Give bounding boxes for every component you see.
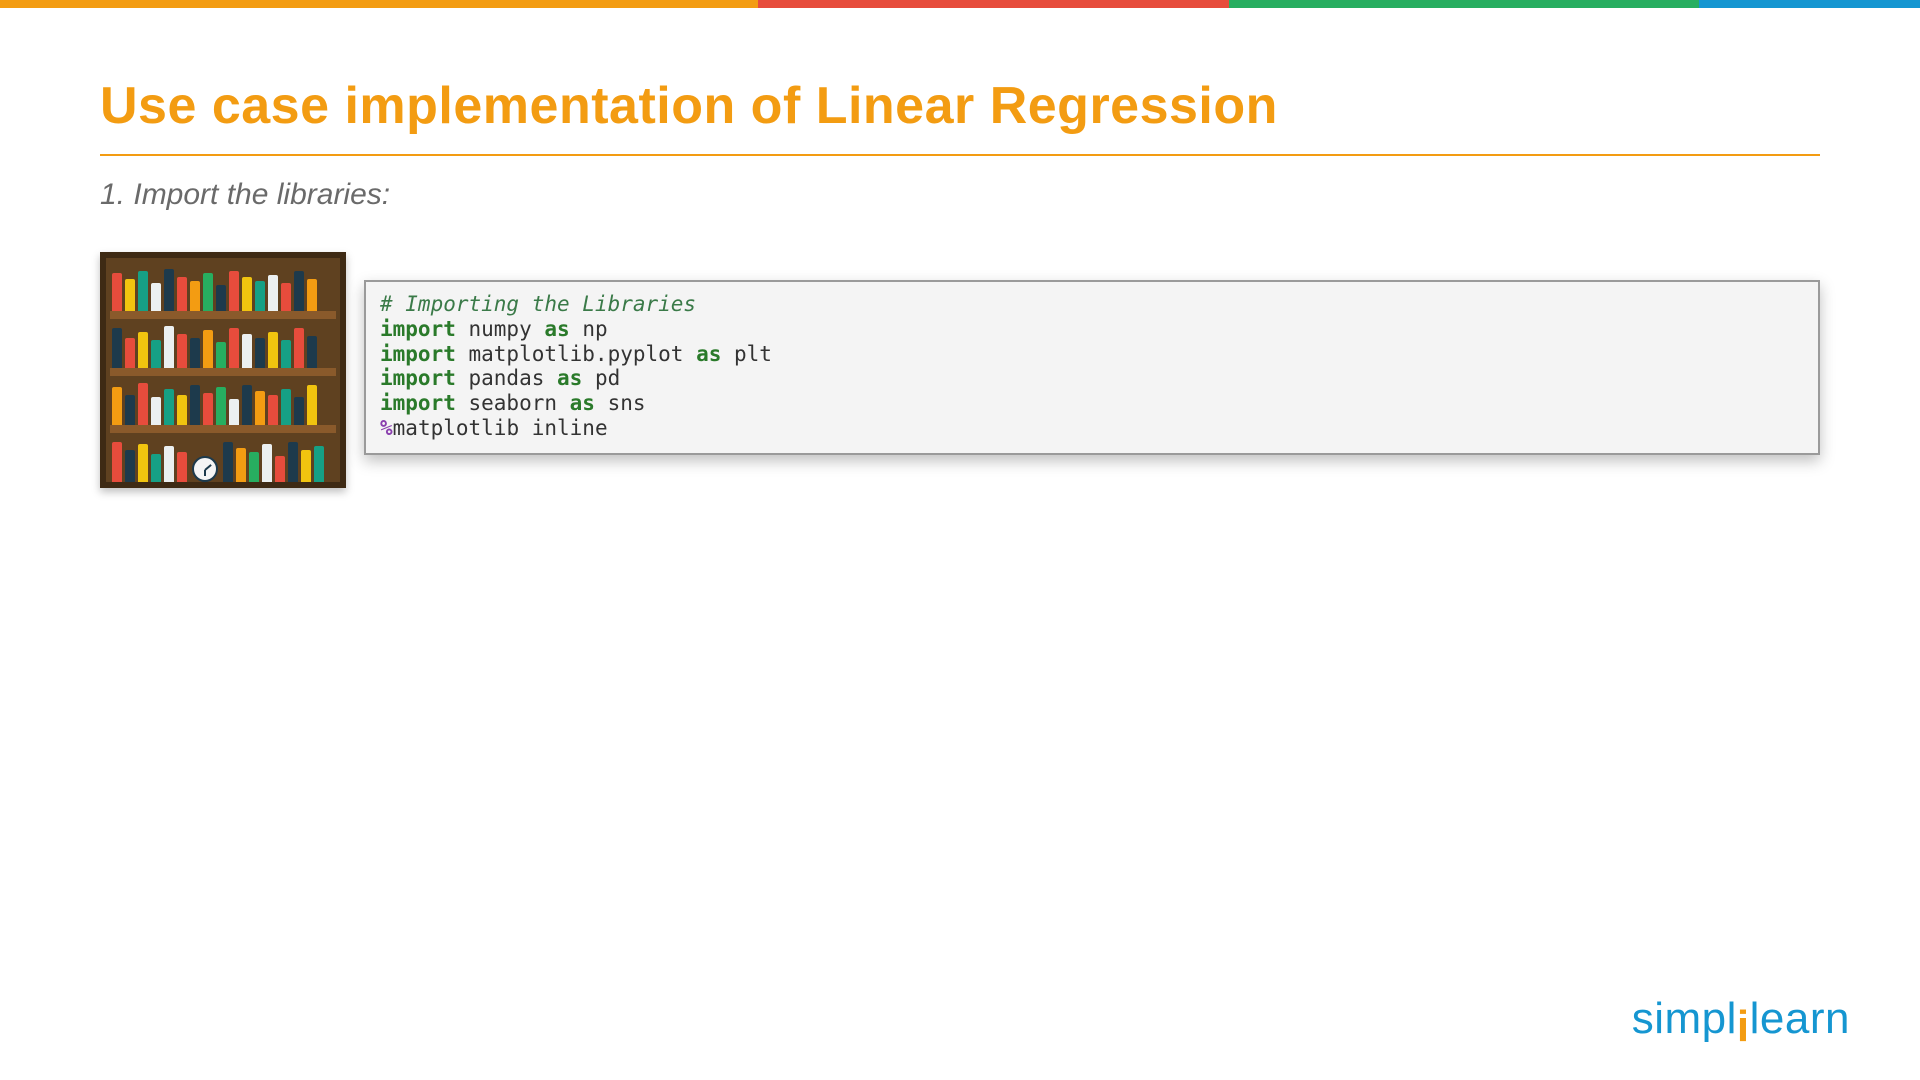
bookshelf-icon (100, 252, 346, 488)
book-icon (125, 450, 135, 482)
book-icon (255, 391, 265, 425)
book-icon (177, 395, 187, 425)
book-icon (190, 385, 200, 425)
book-icon (262, 444, 272, 482)
book-icon (216, 285, 226, 311)
shelf-row (110, 262, 336, 319)
book-icon (164, 446, 174, 482)
code-line: import seaborn as sns (380, 391, 646, 415)
top-bar-segment (1229, 0, 1699, 8)
book-icon (177, 334, 187, 368)
book-icon (190, 338, 200, 368)
book-icon (268, 395, 278, 425)
book-icon (255, 338, 265, 368)
brand-left: simpl (1632, 994, 1737, 1043)
top-bar-segment (758, 0, 1228, 8)
book-icon (255, 281, 265, 311)
brand-logo: simplilearn (1632, 994, 1850, 1044)
step-label: 1. Import the libraries: (100, 178, 1820, 212)
book-icon (229, 271, 239, 311)
book-icon (138, 383, 148, 425)
book-icon (112, 387, 122, 425)
code-line: import pandas as pd (380, 366, 620, 390)
book-icon (151, 340, 161, 368)
book-icon (288, 442, 298, 482)
code-line: import matplotlib.pyplot as plt (380, 342, 772, 366)
book-icon (177, 452, 187, 482)
brand-accent: i (1737, 1002, 1750, 1052)
book-icon (229, 399, 239, 425)
shelf-row (110, 319, 336, 376)
book-icon (138, 444, 148, 482)
book-icon (249, 452, 259, 482)
book-icon (242, 334, 252, 368)
book-icon (281, 340, 291, 368)
code-line: import numpy as np (380, 317, 608, 341)
book-icon (151, 397, 161, 425)
book-icon (138, 332, 148, 368)
book-icon (268, 332, 278, 368)
book-icon (281, 389, 291, 425)
top-accent-bar (0, 0, 1920, 8)
book-icon (216, 342, 226, 368)
book-icon (216, 387, 226, 425)
book-icon (229, 328, 239, 368)
top-bar-segment (1699, 0, 1920, 8)
brand-right: learn (1750, 994, 1850, 1043)
book-icon (203, 330, 213, 368)
book-icon (125, 279, 135, 311)
book-icon (203, 393, 213, 425)
book-icon (112, 273, 122, 311)
book-icon (151, 454, 161, 482)
shelf-row (110, 433, 336, 482)
book-icon (275, 456, 285, 482)
book-icon (314, 446, 324, 482)
book-icon (164, 269, 174, 311)
book-icon (294, 328, 304, 368)
book-icon (242, 277, 252, 311)
book-icon (164, 326, 174, 368)
book-icon (242, 385, 252, 425)
book-icon (112, 442, 122, 482)
code-comment: # Importing the Libraries (380, 292, 696, 316)
book-icon (177, 277, 187, 311)
book-icon (294, 397, 304, 425)
book-icon (307, 385, 317, 425)
book-icon (294, 271, 304, 311)
book-icon (138, 271, 148, 311)
book-icon (307, 336, 317, 368)
code-line: %matplotlib inline (380, 416, 608, 440)
book-icon (125, 338, 135, 368)
book-icon (151, 283, 161, 311)
shelf-row (110, 376, 336, 433)
book-icon (190, 281, 200, 311)
code-block: # Importing the Libraries import numpy a… (364, 280, 1820, 455)
book-icon (281, 283, 291, 311)
book-icon (125, 395, 135, 425)
page-title: Use case implementation of Linear Regres… (100, 76, 1820, 136)
book-icon (112, 328, 122, 368)
book-icon (236, 448, 246, 482)
title-divider (100, 154, 1820, 156)
book-icon (223, 442, 233, 482)
book-icon (307, 279, 317, 311)
book-icon (268, 275, 278, 311)
top-bar-segment (0, 0, 758, 8)
book-icon (203, 273, 213, 311)
book-icon (301, 450, 311, 482)
book-icon (164, 389, 174, 425)
clock-icon (192, 456, 218, 482)
